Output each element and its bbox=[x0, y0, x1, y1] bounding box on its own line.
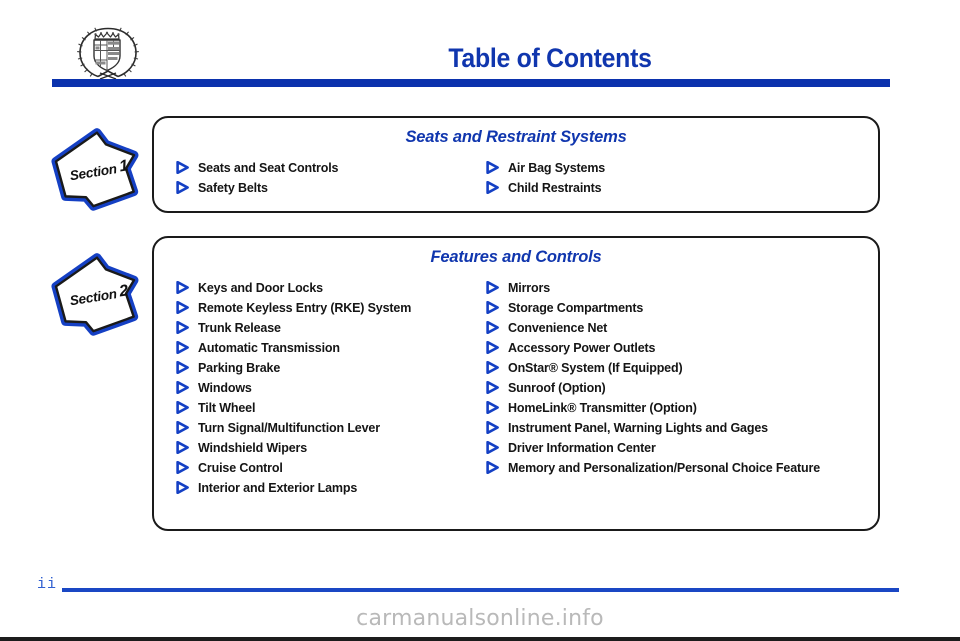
toc-item[interactable]: Memory and Personalization/Personal Choi… bbox=[486, 460, 856, 475]
section-badge-1[interactable]: Section 1 bbox=[48, 125, 148, 217]
section-2-left-column: Keys and Door Locks Remote Keyless Entry… bbox=[176, 280, 486, 501]
triangle-bullet-icon bbox=[176, 420, 189, 435]
toc-item[interactable]: Sunroof (Option) bbox=[486, 380, 856, 395]
toc-item[interactable]: Storage Compartments bbox=[486, 300, 856, 315]
section-2-right-column: Mirrors Storage Compartments Convenience… bbox=[486, 280, 856, 501]
triangle-bullet-icon bbox=[176, 480, 189, 495]
triangle-bullet-icon bbox=[486, 180, 499, 195]
section-word: Section bbox=[68, 285, 118, 308]
toc-page: Table of Contents Section 1 Seats and Res… bbox=[0, 0, 960, 641]
triangle-bullet-icon bbox=[486, 380, 499, 395]
triangle-bullet-icon bbox=[486, 400, 499, 415]
toc-item[interactable]: Accessory Power Outlets bbox=[486, 340, 856, 355]
page-number: ii bbox=[37, 576, 58, 593]
triangle-bullet-icon bbox=[486, 280, 499, 295]
triangle-bullet-icon bbox=[486, 460, 499, 475]
toc-item-label: OnStar® System (If Equipped) bbox=[508, 361, 683, 375]
toc-item-label: Child Restraints bbox=[508, 181, 602, 195]
toc-item-label: Air Bag Systems bbox=[508, 161, 606, 175]
section-1-left-column: Seats and Seat Controls Safety Belts bbox=[176, 160, 486, 201]
toc-item-label: Accessory Power Outlets bbox=[508, 341, 656, 355]
triangle-bullet-icon bbox=[486, 300, 499, 315]
triangle-bullet-icon bbox=[176, 440, 189, 455]
section-1-box: Seats and Restraint Systems Seats and Se… bbox=[152, 116, 880, 213]
toc-item[interactable]: HomeLink® Transmitter (Option) bbox=[486, 400, 856, 415]
toc-item[interactable]: Convenience Net bbox=[486, 320, 856, 335]
cadillac-crest-icon bbox=[76, 26, 140, 80]
triangle-bullet-icon bbox=[486, 420, 499, 435]
toc-item-label: Cruise Control bbox=[198, 461, 283, 475]
section-number: 2 bbox=[118, 282, 130, 301]
section-badge-2[interactable]: Section 2 bbox=[48, 250, 148, 342]
section-1-heading: Seats and Restraint Systems bbox=[405, 128, 627, 146]
triangle-bullet-icon bbox=[176, 380, 189, 395]
toc-item-label: Convenience Net bbox=[508, 321, 608, 335]
toc-item[interactable]: Windshield Wipers bbox=[176, 440, 486, 455]
toc-item[interactable]: Instrument Panel, Warning Lights and Gag… bbox=[486, 420, 856, 435]
triangle-bullet-icon bbox=[176, 340, 189, 355]
toc-item-label: Seats and Seat Controls bbox=[198, 161, 339, 175]
toc-item-label: Storage Compartments bbox=[508, 301, 644, 315]
section-number: 1 bbox=[118, 157, 130, 176]
toc-item-label: Windows bbox=[198, 381, 252, 395]
toc-item-label: Turn Signal/Multifunction Lever bbox=[198, 421, 380, 435]
toc-item[interactable]: Parking Brake bbox=[176, 360, 486, 375]
toc-item[interactable]: Air Bag Systems bbox=[486, 160, 816, 175]
toc-item-label: Remote Keyless Entry (RKE) System bbox=[198, 301, 412, 315]
toc-item[interactable]: Automatic Transmission bbox=[176, 340, 486, 355]
triangle-bullet-icon bbox=[176, 300, 189, 315]
toc-item[interactable]: Remote Keyless Entry (RKE) System bbox=[176, 300, 486, 315]
toc-item[interactable]: Interior and Exterior Lamps bbox=[176, 480, 486, 495]
page-title: Table of Contents bbox=[448, 43, 652, 73]
toc-item-label: Driver Information Center bbox=[508, 441, 656, 455]
triangle-bullet-icon bbox=[486, 320, 499, 335]
toc-item-label: Mirrors bbox=[508, 281, 551, 295]
triangle-bullet-icon bbox=[176, 280, 189, 295]
triangle-bullet-icon bbox=[486, 160, 499, 175]
section-1-right-column: Air Bag Systems Child Restraints bbox=[486, 160, 816, 201]
section-2-box: Features and Controls Keys and Door Lock… bbox=[152, 236, 880, 531]
toc-item[interactable]: Turn Signal/Multifunction Lever bbox=[176, 420, 486, 435]
toc-item[interactable]: Safety Belts bbox=[176, 180, 486, 195]
toc-item-label: HomeLink® Transmitter (Option) bbox=[508, 401, 697, 415]
toc-item-label: Automatic Transmission bbox=[198, 341, 340, 355]
triangle-bullet-icon bbox=[486, 340, 499, 355]
triangle-bullet-icon bbox=[486, 360, 499, 375]
toc-item[interactable]: Seats and Seat Controls bbox=[176, 160, 486, 175]
toc-item-label: Memory and Personalization/Personal Choi… bbox=[508, 461, 821, 475]
toc-item-label: Keys and Door Locks bbox=[198, 281, 323, 295]
toc-item[interactable]: Trunk Release bbox=[176, 320, 486, 335]
toc-item-label: Instrument Panel, Warning Lights and Gag… bbox=[508, 421, 768, 435]
triangle-bullet-icon bbox=[176, 360, 189, 375]
toc-item-label: Trunk Release bbox=[198, 321, 281, 335]
toc-item-label: Tilt Wheel bbox=[198, 401, 256, 415]
toc-item-label: Interior and Exterior Lamps bbox=[198, 481, 358, 495]
toc-item[interactable]: Driver Information Center bbox=[486, 440, 856, 455]
toc-item[interactable]: Keys and Door Locks bbox=[176, 280, 486, 295]
toc-item[interactable]: OnStar® System (If Equipped) bbox=[486, 360, 856, 375]
toc-item-label: Parking Brake bbox=[198, 361, 281, 375]
triangle-bullet-icon bbox=[176, 320, 189, 335]
triangle-bullet-icon bbox=[486, 440, 499, 455]
toc-item[interactable]: Child Restraints bbox=[486, 180, 816, 195]
toc-item-label: Windshield Wipers bbox=[198, 441, 308, 455]
section-badge-2-label: Section 2 bbox=[41, 243, 154, 350]
toc-item[interactable]: Windows bbox=[176, 380, 486, 395]
toc-item-label: Safety Belts bbox=[198, 181, 268, 195]
header-divider bbox=[52, 79, 890, 87]
section-word: Section bbox=[68, 160, 118, 183]
triangle-bullet-icon bbox=[176, 460, 189, 475]
bottom-edge-bar bbox=[0, 637, 960, 641]
section-2-heading: Features and Controls bbox=[430, 248, 602, 266]
toc-item-label: Sunroof (Option) bbox=[508, 381, 606, 395]
section-badge-1-label: Section 1 bbox=[41, 118, 154, 225]
toc-item[interactable]: Cruise Control bbox=[176, 460, 486, 475]
footer-divider bbox=[62, 588, 899, 592]
triangle-bullet-icon bbox=[176, 160, 189, 175]
toc-item[interactable]: Tilt Wheel bbox=[176, 400, 486, 415]
site-watermark: carmanualsonline.info bbox=[356, 606, 604, 631]
toc-item[interactable]: Mirrors bbox=[486, 280, 856, 295]
triangle-bullet-icon bbox=[176, 400, 189, 415]
triangle-bullet-icon bbox=[176, 180, 189, 195]
